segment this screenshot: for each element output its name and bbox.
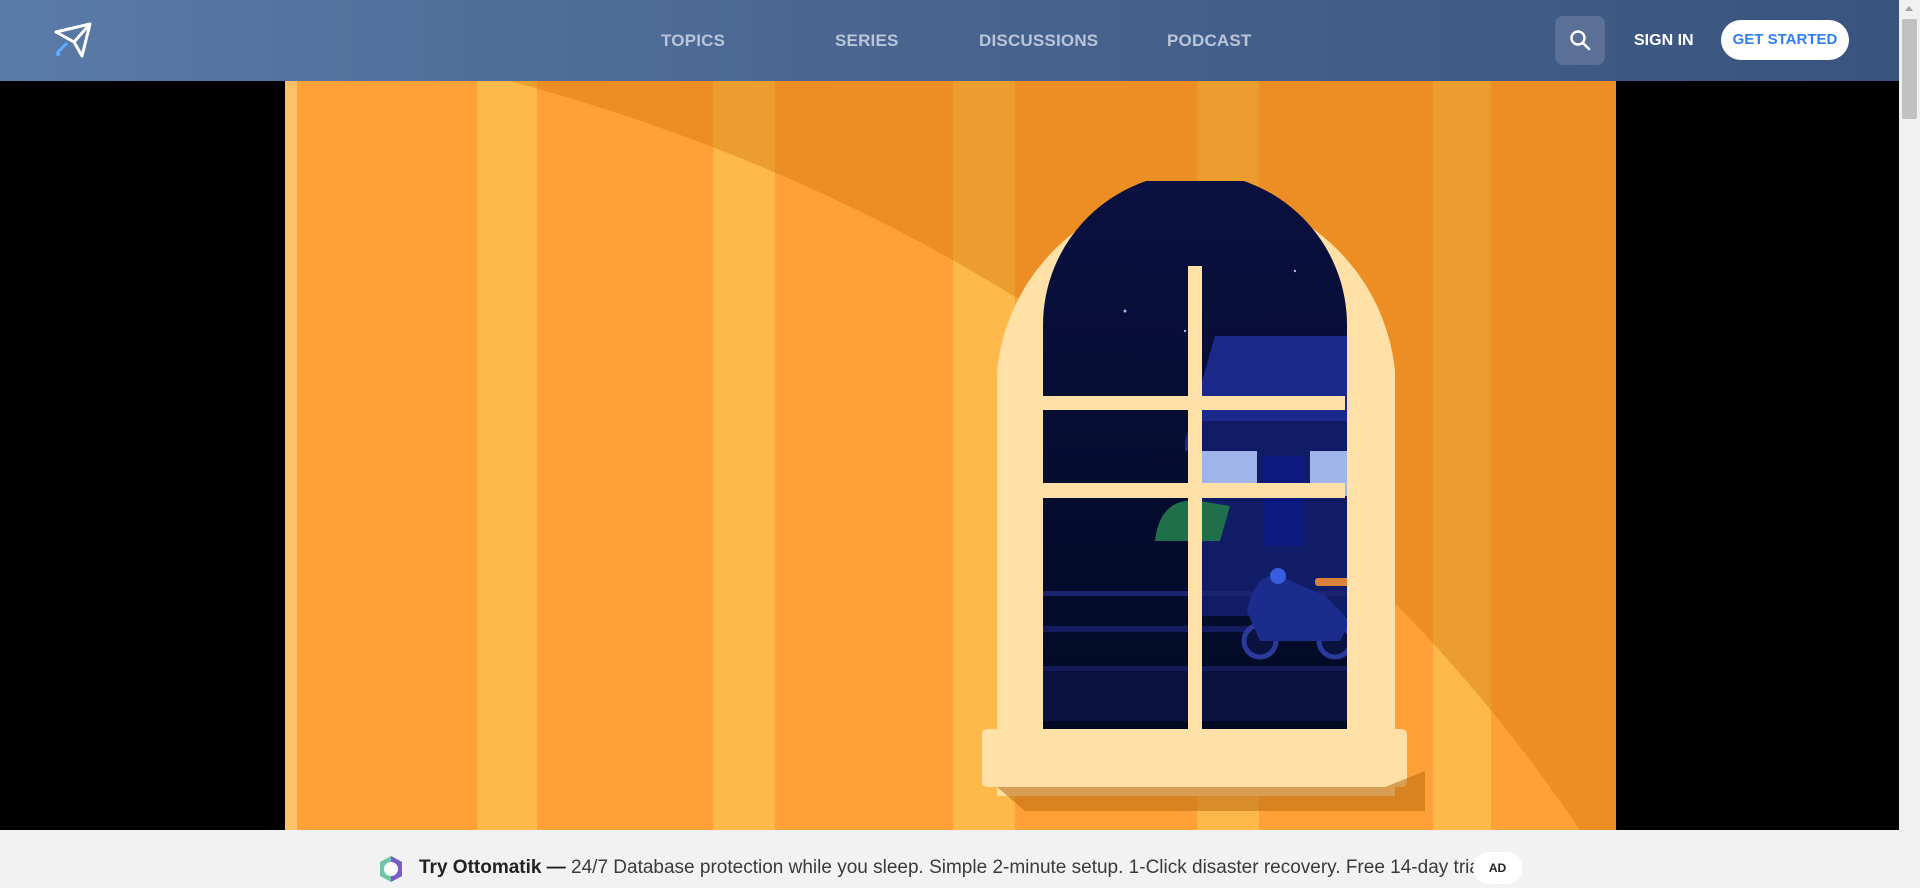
search-button[interactable] <box>1555 16 1605 65</box>
ottomatik-logo-icon <box>380 856 402 882</box>
page-scrollbar[interactable] <box>1899 0 1920 888</box>
video-player[interactable] <box>285 81 1616 830</box>
ad-badge[interactable]: AD <box>1473 852 1522 884</box>
nav-topics[interactable]: TOPICS <box>661 0 725 81</box>
sign-in-link[interactable]: SIGN IN <box>1634 0 1694 81</box>
scroll-up-arrow-icon[interactable] <box>1899 0 1920 17</box>
paper-plane-logo-icon[interactable] <box>54 20 94 60</box>
get-started-button[interactable]: GET STARTED <box>1721 20 1849 60</box>
ad-brand[interactable]: Try Ottomatik — <box>419 857 566 878</box>
scroll-thumb[interactable] <box>1902 19 1917 119</box>
nav-podcast[interactable]: PODCAST <box>1167 0 1252 81</box>
nav-discussions[interactable]: DISCUSSIONS <box>979 0 1098 81</box>
ad-description[interactable]: 24/7 Database protection while you sleep… <box>566 857 1489 878</box>
ad-text[interactable]: Try Ottomatik — 24/7 Database protection… <box>419 857 1489 879</box>
search-icon <box>1570 30 1591 51</box>
nav-series[interactable]: SERIES <box>835 0 899 81</box>
window-illustration <box>285 81 1616 830</box>
top-navigation: TOPICS SERIES DISCUSSIONS PODCAST SIGN I… <box>0 0 1899 81</box>
